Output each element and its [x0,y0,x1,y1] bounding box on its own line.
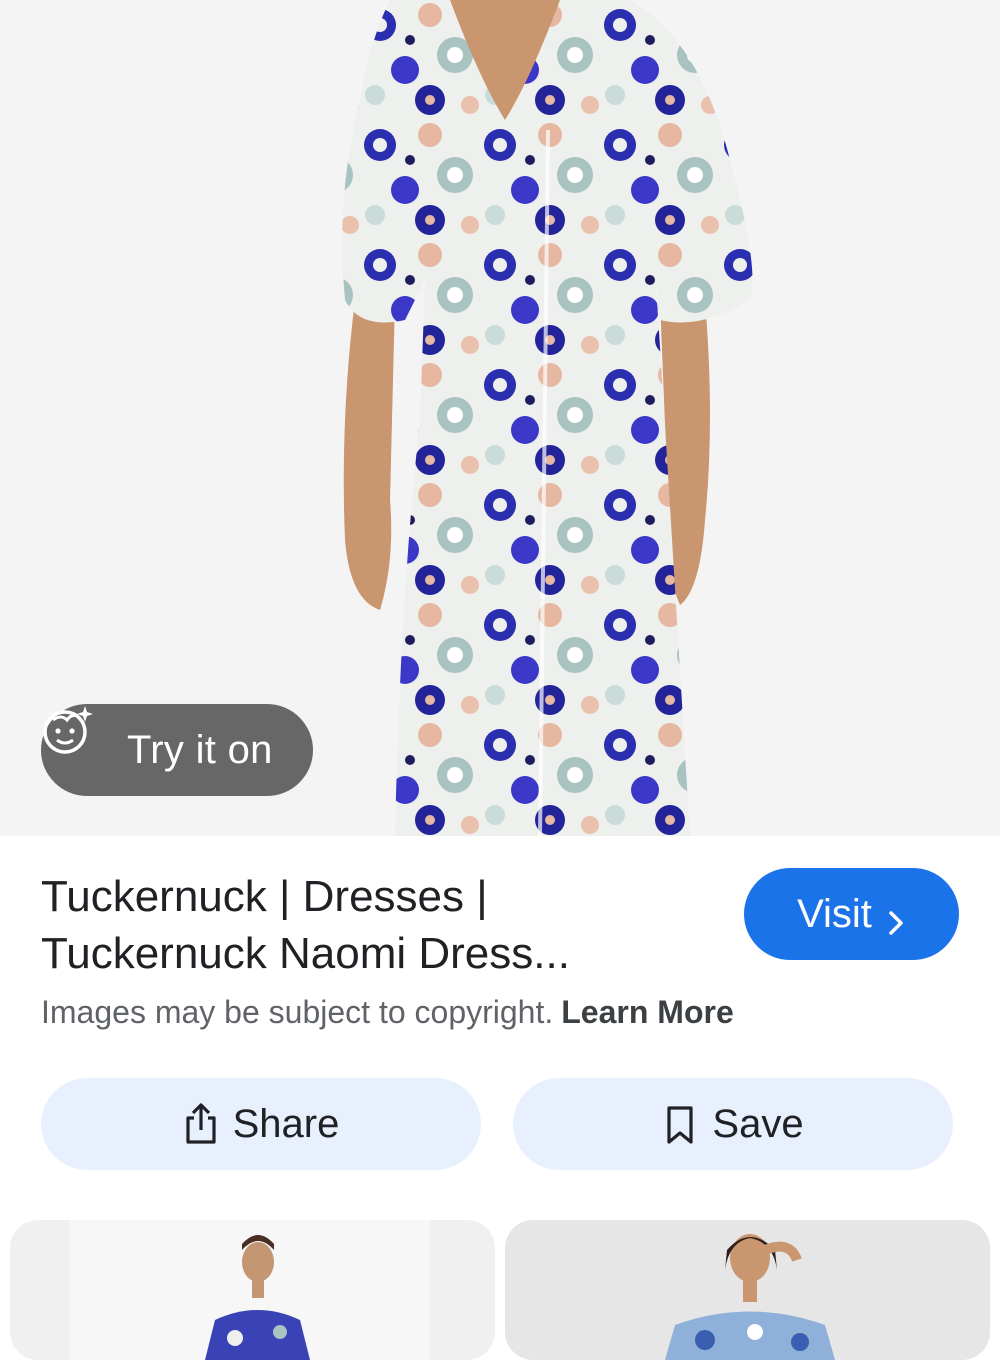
visit-label: Visit [797,891,872,936]
bookmark-icon [662,1102,698,1146]
share-icon [183,1102,219,1146]
try-it-on-button[interactable]: Try it on [41,704,313,796]
result-title-line-1: Tuckernuck | Dresses | [41,872,488,921]
learn-more-link[interactable]: Learn More [561,994,733,1030]
result-title[interactable]: Tuckernuck | Dresses | Tuckernuck Naomi … [41,868,681,982]
related-result-thumbnail[interactable] [10,1220,495,1360]
share-label: Share [232,1101,340,1146]
related-dress-image [70,1220,430,1360]
try-it-on-label: Try it on [127,727,273,772]
chevron-right-icon [886,901,906,935]
copyright-notice: Images may be subject to copyright. Learn… [41,994,734,1031]
face-sparkle-icon [43,706,113,776]
save-label: Save [712,1101,804,1146]
related-result-thumbnail[interactable] [505,1220,990,1360]
save-button[interactable]: Save [513,1078,953,1170]
share-button[interactable]: Share [41,1078,481,1170]
related-dress-image [665,1234,835,1360]
product-image[interactable]: Try it on [0,0,1000,836]
result-title-line-2: Tuckernuck Naomi Dress... [41,929,570,978]
copyright-text: Images may be subject to copyright. [41,994,554,1030]
visit-button[interactable]: Visit [744,868,959,960]
